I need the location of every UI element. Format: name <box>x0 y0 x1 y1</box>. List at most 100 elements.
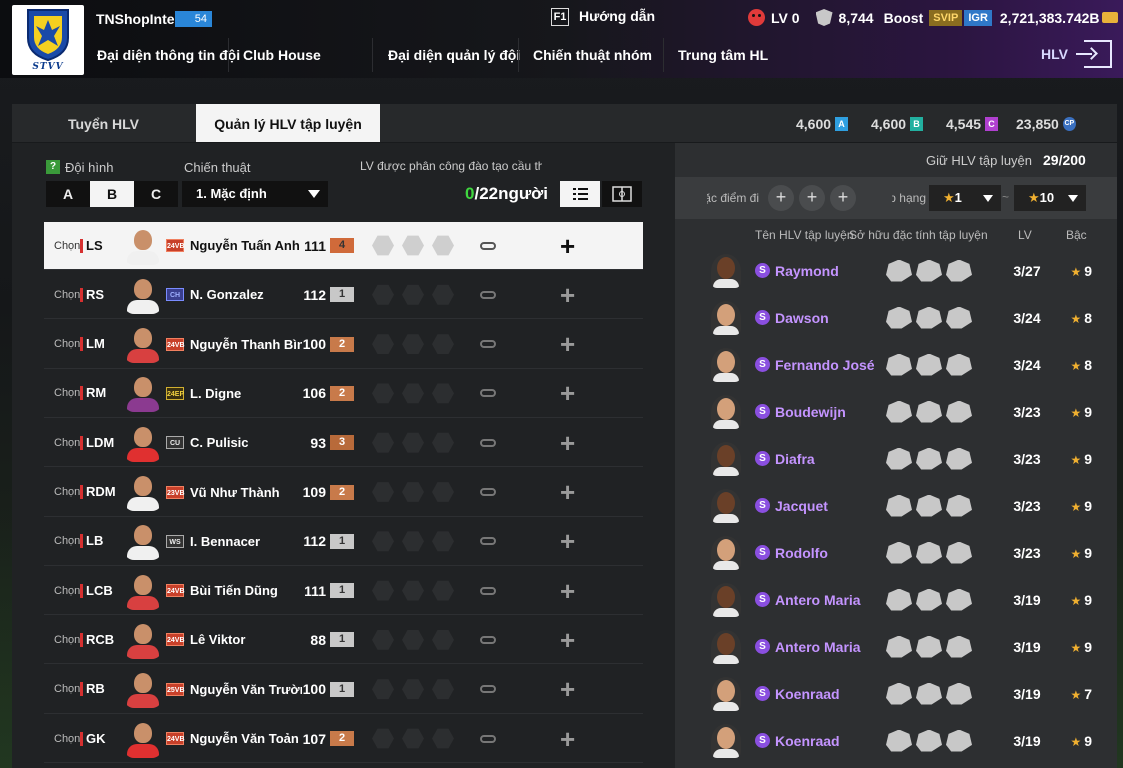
coach-slot-icon[interactable] <box>372 383 394 404</box>
link-icon[interactable] <box>480 635 496 644</box>
star-max-select[interactable]: ★10 <box>1014 185 1086 211</box>
coach-slot-icon[interactable] <box>372 679 394 700</box>
coach-row[interactable]: S Antero Maria 3/19 ★ 9 <box>675 576 1117 623</box>
coach-slot-icon[interactable] <box>432 580 454 601</box>
star-min-select[interactable]: ★1 <box>929 185 1001 211</box>
exit-icon[interactable] <box>1076 40 1112 68</box>
coach-slot-icon[interactable] <box>372 334 394 354</box>
link-icon[interactable] <box>480 340 496 349</box>
tab-recruit-coach[interactable]: Tuyển HLV <box>12 104 195 142</box>
player-row[interactable]: Chọn RS CH N. Gonzalez 112 1 + <box>44 271 643 320</box>
coach-slot-icon[interactable] <box>372 629 394 650</box>
coach-slot-icon[interactable] <box>402 679 424 700</box>
link-icon[interactable] <box>480 586 496 595</box>
coach-slot-icon[interactable] <box>432 629 454 650</box>
add-coach-button[interactable]: + <box>560 282 575 308</box>
coach-slot-icon[interactable] <box>402 531 424 552</box>
pitch-view-button[interactable] <box>602 181 642 207</box>
formation-c-button[interactable]: C <box>134 181 178 207</box>
coach-slot-icon[interactable] <box>432 284 454 305</box>
link-icon[interactable] <box>480 241 496 250</box>
add-coach-button[interactable]: + <box>560 331 575 357</box>
player-row[interactable]: Chọn LM 24VB Nguyễn Thanh Bình 100 2 + <box>44 321 643 369</box>
help-icon[interactable]: ? <box>46 160 60 174</box>
coach-slot-icon[interactable] <box>432 383 454 404</box>
coach-slot-icon[interactable] <box>372 432 394 453</box>
link-icon[interactable] <box>480 488 496 496</box>
coach-slot-icon[interactable] <box>402 432 424 453</box>
coach-slot-icon[interactable] <box>432 482 454 502</box>
player-row[interactable]: Chọn GK 24VB Nguyễn Văn Toản 107 2 + <box>44 715 643 763</box>
coach-slot-icon[interactable] <box>402 482 424 502</box>
link-icon[interactable] <box>480 438 496 447</box>
player-row[interactable]: Chọn RCB 24VB Lê Viktor 88 1 + <box>44 616 643 665</box>
link-icon[interactable] <box>480 389 496 398</box>
coach-row[interactable]: S Fernando José 3/24 ★ 8 <box>675 341 1117 388</box>
coach-slot-icon[interactable] <box>372 482 394 502</box>
col-lv[interactable]: LV <box>1018 228 1032 242</box>
coach-row[interactable]: S Dawson 3/24 ★ 8 <box>675 294 1117 341</box>
coach-slot-icon[interactable] <box>402 580 424 601</box>
coach-row[interactable]: S Boudewijn 3/23 ★ 9 <box>675 388 1117 435</box>
add-coach-button[interactable]: + <box>560 430 575 456</box>
link-icon[interactable] <box>480 734 496 743</box>
link-icon[interactable] <box>480 537 496 546</box>
nav-team-manager[interactable]: Đại diện quản lý đội <box>388 38 520 72</box>
coach-row[interactable]: S Koenraad 3/19 ★ 7 <box>675 670 1117 717</box>
nav-club-house[interactable]: Club House <box>243 38 321 72</box>
list-view-button[interactable] <box>560 181 600 207</box>
coach-row[interactable]: S Jacquet 3/23 ★ 9 <box>675 482 1117 529</box>
col-coach-name[interactable]: Tên HLV tập luyện <box>755 228 854 242</box>
player-row[interactable]: Chọn RM 24EP L. Digne 106 2 + <box>44 370 643 418</box>
coach-slot-icon[interactable] <box>372 531 394 552</box>
add-coach-button[interactable]: + <box>560 233 575 259</box>
add-trait-filter-button[interactable]: + <box>799 185 825 211</box>
add-coach-button[interactable]: + <box>560 380 575 406</box>
tactic-select[interactable]: 1. Mặc định <box>182 181 328 207</box>
add-coach-button[interactable]: + <box>560 528 575 554</box>
tab-manage-coach[interactable]: Quản lý HLV tập luyện <box>196 104 380 142</box>
add-trait-filter-button[interactable]: + <box>768 185 794 211</box>
add-coach-button[interactable]: + <box>560 578 575 604</box>
coach-slot-icon[interactable] <box>402 284 424 305</box>
player-row[interactable]: ChọnRB 25VB Nguyễn Văn Trường1001 + <box>44 666 643 714</box>
player-row[interactable]: Chọn LDM CU C. Pulisic 93 3 + <box>44 419 643 468</box>
add-coach-button[interactable]: + <box>560 627 575 653</box>
link-icon[interactable] <box>480 685 496 694</box>
coach-slot-icon[interactable] <box>372 235 394 256</box>
coach-row[interactable]: S Koenraad 3/19 ★ 9 <box>675 717 1117 764</box>
coach-row[interactable]: S Antero Maria 3/19 ★ 9 <box>675 623 1117 670</box>
coach-slot-icon[interactable] <box>402 383 424 404</box>
player-row[interactable]: Chọn LCB 24VB Bùi Tiến Dũng 111 1 + <box>44 567 643 616</box>
player-row[interactable]: Chọn RDM 23VB Vũ Như Thành 109 2 + <box>44 469 643 517</box>
coach-slot-icon[interactable] <box>402 728 424 749</box>
coach-slot-icon[interactable] <box>372 284 394 305</box>
player-row[interactable]: Chọn LB WS I. Bennacer 112 1 + <box>44 518 643 566</box>
coach-slot-icon[interactable] <box>432 728 454 749</box>
coach-slot-icon[interactable] <box>402 235 424 256</box>
coach-row[interactable]: S Raymond 3/27 ★ 9 <box>675 247 1117 294</box>
col-rank[interactable]: Bậc <box>1066 228 1087 242</box>
add-coach-button[interactable]: + <box>560 726 575 752</box>
coach-slot-icon[interactable] <box>432 432 454 453</box>
coach-slot-icon[interactable] <box>432 531 454 552</box>
col-traits[interactable]: Sở hữu đặc tính tập luyện <box>849 228 988 242</box>
coach-slot-icon[interactable] <box>432 679 454 700</box>
coach-slot-icon[interactable] <box>432 235 454 256</box>
coach-slot-icon[interactable] <box>402 629 424 650</box>
coach-slot-icon[interactable] <box>432 334 454 354</box>
formation-b-button[interactable]: B <box>90 181 134 207</box>
coach-slot-icon[interactable] <box>372 728 394 749</box>
f1-key[interactable]: F1 <box>551 8 569 26</box>
formation-a-button[interactable]: A <box>46 181 90 207</box>
nav-team-tactics[interactable]: Chiến thuật nhóm <box>533 38 652 72</box>
player-row[interactable]: Chọn LS 24VB Nguyễn Tuấn Anh 111 4 + <box>44 222 643 270</box>
add-trait-filter-button[interactable]: + <box>830 185 856 211</box>
add-coach-button[interactable]: + <box>560 479 575 505</box>
nav-team-info[interactable]: Đại diện thông tin đội <box>97 38 240 72</box>
add-coach-button[interactable]: + <box>560 676 575 702</box>
coach-slot-icon[interactable] <box>402 334 424 354</box>
coach-row[interactable]: S Diafra 3/23 ★ 9 <box>675 435 1117 482</box>
coach-row[interactable]: S Rodolfo 3/23 ★ 9 <box>675 529 1117 576</box>
link-icon[interactable] <box>480 290 496 299</box>
